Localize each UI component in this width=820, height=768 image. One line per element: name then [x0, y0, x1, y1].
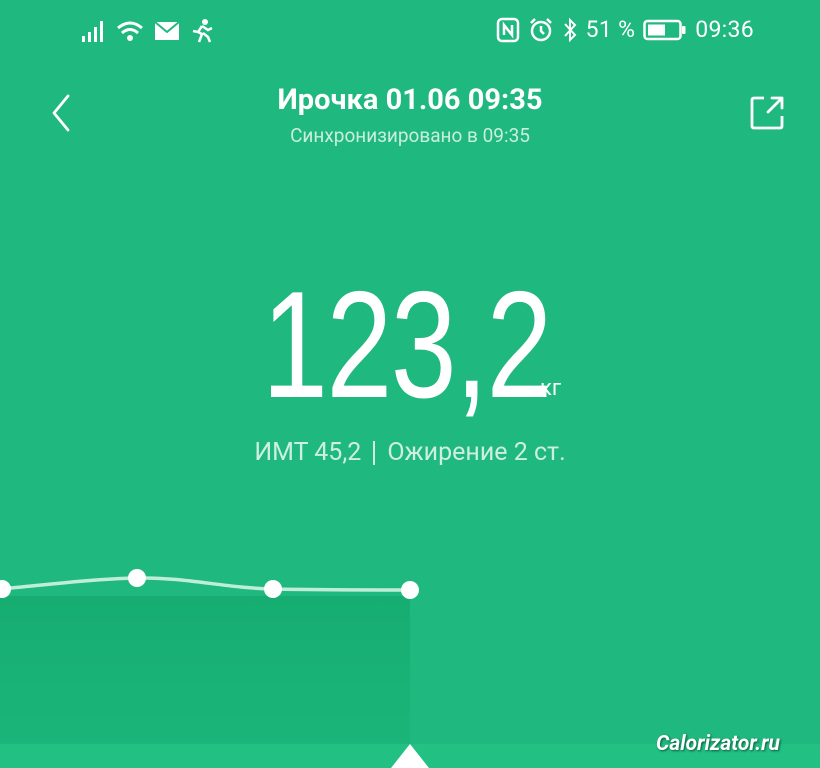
trend-point — [401, 581, 419, 599]
selection-pointer — [391, 744, 429, 768]
body-metrics: ИМТ 45,2 Ожирение 2 ст. — [0, 438, 820, 467]
battery-percent: 51 % — [585, 16, 636, 43]
trend-point — [128, 569, 146, 587]
watermark: Calorizator.ru — [656, 732, 780, 756]
status-bar: 51 % 09:36 — [0, 0, 820, 62]
weight-block: 123,2 кг — [0, 260, 820, 430]
metrics-divider — [373, 441, 376, 466]
page-title: Ирочка 01.06 09:35 — [277, 83, 543, 117]
weight-value: 123,2 — [262, 260, 552, 430]
share-icon — [750, 96, 784, 130]
weight-unit: кг — [540, 376, 562, 401]
nfc-icon — [496, 17, 519, 42]
share-button[interactable] — [744, 90, 790, 136]
trend-point — [0, 580, 11, 598]
signal-icon — [82, 21, 103, 42]
battery-icon — [643, 19, 686, 40]
title-block: Ирочка 01.06 09:35 Синхронизировано в 09… — [0, 80, 820, 150]
mail-icon — [154, 21, 180, 40]
activity-icon — [192, 19, 213, 43]
status-right-icons: 51 % 09:36 — [496, 16, 754, 43]
alarm-icon — [529, 17, 552, 41]
wifi-icon — [117, 21, 143, 41]
status-left-icons — [80, 18, 216, 44]
status-clock: 09:36 — [695, 16, 754, 43]
bluetooth-icon — [563, 17, 576, 42]
bmi-value: ИМТ 45,2 — [254, 438, 362, 467]
sync-status: Синхронизировано в 09:35 — [290, 124, 530, 147]
trend-line — [0, 576, 411, 592]
obesity-category: Ожирение 2 ст. — [387, 438, 566, 467]
trend-point — [264, 580, 282, 598]
